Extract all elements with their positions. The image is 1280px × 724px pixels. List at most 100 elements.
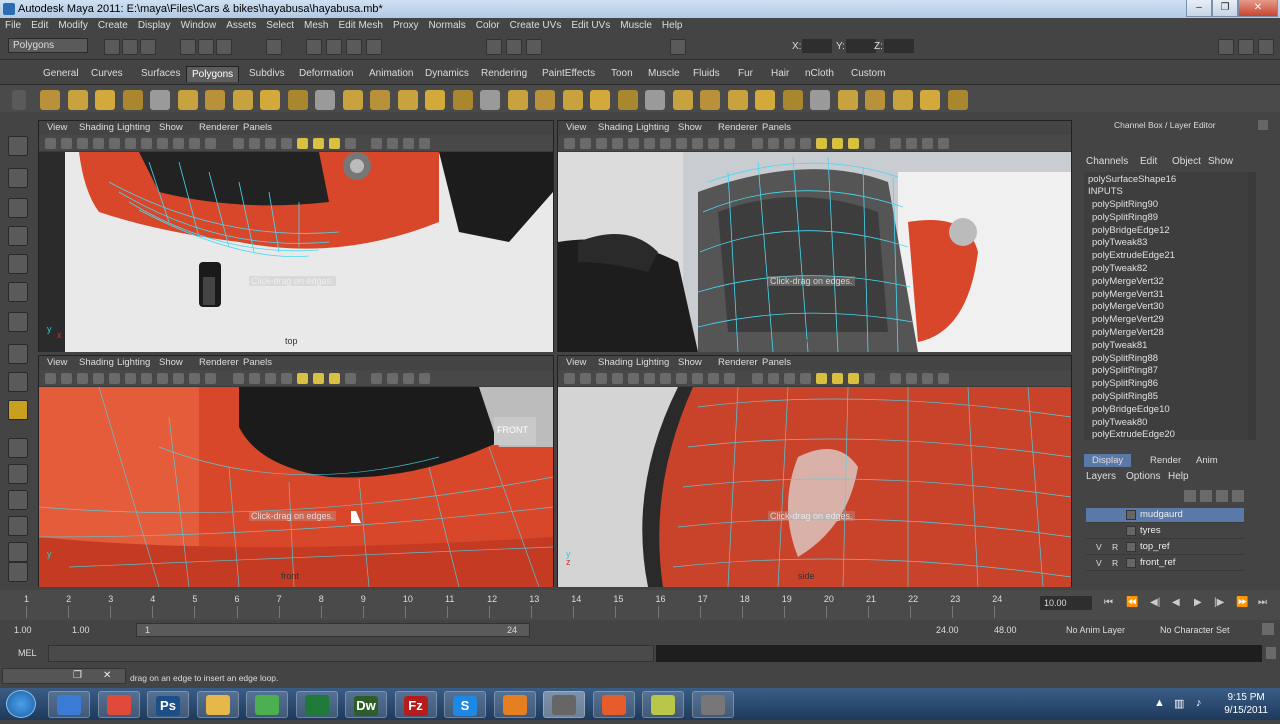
menu-edit-uvs[interactable]: Edit UVs [566, 18, 615, 34]
layer-name[interactable]: mudgaurd [1140, 509, 1183, 520]
select-by-object-icon[interactable] [198, 39, 214, 55]
panel-menu-renderer[interactable]: Renderer [718, 356, 758, 370]
shelf-tab-animation[interactable]: Animation [364, 66, 418, 82]
panel-menu-show[interactable]: Show [159, 121, 183, 135]
move-tool-icon[interactable] [8, 226, 28, 246]
filezilla-icon[interactable]: Fz [394, 691, 437, 718]
ipr-render-icon[interactable] [506, 39, 522, 55]
close-mini-icon[interactable]: ✕ [103, 670, 111, 681]
system-clock[interactable]: 9:15 PM 9/15/2011 [1224, 691, 1268, 717]
shadows-icon[interactable] [329, 138, 340, 149]
end-time-field[interactable]: 48.00 [994, 625, 1017, 635]
panel-menu-view[interactable]: View [47, 121, 67, 135]
layer-reference[interactable]: R [1112, 542, 1118, 552]
menu-normals[interactable]: Normals [424, 18, 471, 34]
panel-menu-view[interactable]: View [566, 121, 586, 135]
current-frame-field[interactable]: 10.00 [1040, 596, 1092, 610]
menu-set-selector[interactable]: Polygons [8, 38, 88, 53]
high-quality-icon[interactable] [938, 138, 949, 149]
panel-menu-view[interactable]: View [566, 356, 586, 370]
smooth-shade-icon[interactable] [768, 373, 779, 384]
minimized-window[interactable]: ❐ ✕ [2, 668, 126, 684]
menu-color[interactable]: Color [471, 18, 505, 34]
safe-title-icon[interactable] [205, 138, 216, 149]
shelf-tab-muscle[interactable]: Muscle [643, 66, 685, 82]
layer-visibility[interactable]: V [1096, 542, 1102, 552]
bookmark-icon[interactable] [580, 138, 591, 149]
z-field[interactable] [884, 39, 914, 53]
isolate-select-icon[interactable] [387, 138, 398, 149]
new-scene-icon[interactable] [104, 39, 120, 55]
offset-edge-loop-icon[interactable] [755, 90, 775, 110]
shelf-tab-general[interactable]: General [38, 66, 84, 82]
play-forward-icon[interactable]: ▶ [1194, 597, 1202, 608]
bevel-icon[interactable] [837, 90, 858, 110]
triangulate-icon[interactable] [562, 90, 583, 110]
layer-row[interactable]: V Rtop_ref [1086, 540, 1244, 555]
panel-menu-lighting[interactable]: Lighting [117, 121, 150, 135]
image-plane-icon[interactable] [77, 138, 88, 149]
viewport-persp-canvas[interactable]: Click-drag on edges. persp [558, 152, 1071, 352]
input-node[interactable]: polyMergeVert30 [1092, 301, 1164, 312]
panel-menu-panels[interactable]: Panels [762, 121, 791, 135]
grid-icon[interactable] [628, 138, 639, 149]
menu-display[interactable]: Display [133, 18, 176, 34]
menu-create[interactable]: Create [93, 18, 133, 34]
move-layer-down-icon[interactable] [1232, 490, 1244, 502]
isolate-select-icon[interactable] [906, 138, 917, 149]
shelf-tab-toon[interactable]: Toon [606, 66, 638, 82]
image-plane-icon[interactable] [77, 373, 88, 384]
grid-icon[interactable] [109, 373, 120, 384]
isolate-select-icon[interactable] [906, 373, 917, 384]
shadows-icon[interactable] [848, 373, 859, 384]
layer-name[interactable]: tyres [1140, 525, 1161, 536]
input-node[interactable]: polyTweak83 [1092, 237, 1147, 248]
use-all-lights-icon[interactable] [313, 373, 324, 384]
render-current-frame-icon[interactable] [486, 39, 502, 55]
play-backward-icon[interactable]: ◀ [1172, 597, 1180, 608]
select-tool-icon[interactable] [8, 136, 28, 156]
resolution-gate-icon[interactable] [660, 373, 671, 384]
snap-view-plane-icon[interactable] [366, 39, 382, 55]
poly-prism-icon[interactable] [205, 90, 225, 110]
smooth-shade-icon[interactable] [249, 138, 260, 149]
notes-icon[interactable] [642, 691, 684, 718]
xray-joints-icon[interactable] [371, 138, 382, 149]
use-all-lights-icon[interactable] [832, 138, 843, 149]
last-tool-icon[interactable] [8, 400, 28, 420]
layer-name[interactable]: top_ref [1140, 541, 1170, 552]
tab-display[interactable]: Display [1084, 454, 1132, 467]
use-all-lights-icon[interactable] [313, 138, 324, 149]
snap-grid-icon[interactable] [306, 39, 322, 55]
hypershade-layout-icon[interactable] [8, 542, 28, 562]
use-all-lights-icon[interactable] [832, 373, 843, 384]
menu-help[interactable]: Help [657, 18, 688, 34]
gate-mask-icon[interactable] [676, 373, 687, 384]
poly-helix-icon[interactable] [260, 90, 280, 110]
hud-icon[interactable] [403, 138, 414, 149]
menu-edit-mesh[interactable]: Edit Mesh [333, 18, 387, 34]
input-node[interactable]: polySplitRing90 [1092, 199, 1158, 210]
lasso-tool-icon[interactable] [8, 168, 28, 188]
safe-action-icon[interactable] [189, 138, 200, 149]
isolate-select-icon[interactable] [387, 373, 398, 384]
shelf-tab-fur[interactable]: Fur [733, 66, 758, 82]
safe-title-icon[interactable] [724, 373, 735, 384]
edit-menu[interactable]: Edit [1140, 156, 1157, 167]
select-by-component-icon[interactable] [216, 39, 232, 55]
shelf-tab-rendering[interactable]: Rendering [476, 66, 532, 82]
grid-icon[interactable] [628, 373, 639, 384]
input-node[interactable]: polyMergeVert32 [1092, 276, 1164, 287]
xray-icon[interactable] [864, 373, 875, 384]
persp-graph-layout-icon[interactable] [8, 516, 28, 536]
input-node[interactable]: polyBridgeEdge10 [1092, 404, 1170, 415]
input-node[interactable]: polyMergeVert28 [1092, 327, 1164, 338]
step-forward-key-icon[interactable]: ⏩ [1236, 597, 1248, 608]
panel-menu-lighting[interactable]: Lighting [636, 121, 669, 135]
wireframe-on-shaded-icon[interactable] [800, 138, 811, 149]
high-quality-icon[interactable] [938, 373, 949, 384]
outliner-layout-icon[interactable] [8, 562, 28, 582]
split-polygon-icon[interactable] [700, 90, 720, 110]
channel-scrollbar[interactable] [1248, 172, 1256, 440]
single-perspective-layout-icon[interactable] [8, 438, 28, 458]
